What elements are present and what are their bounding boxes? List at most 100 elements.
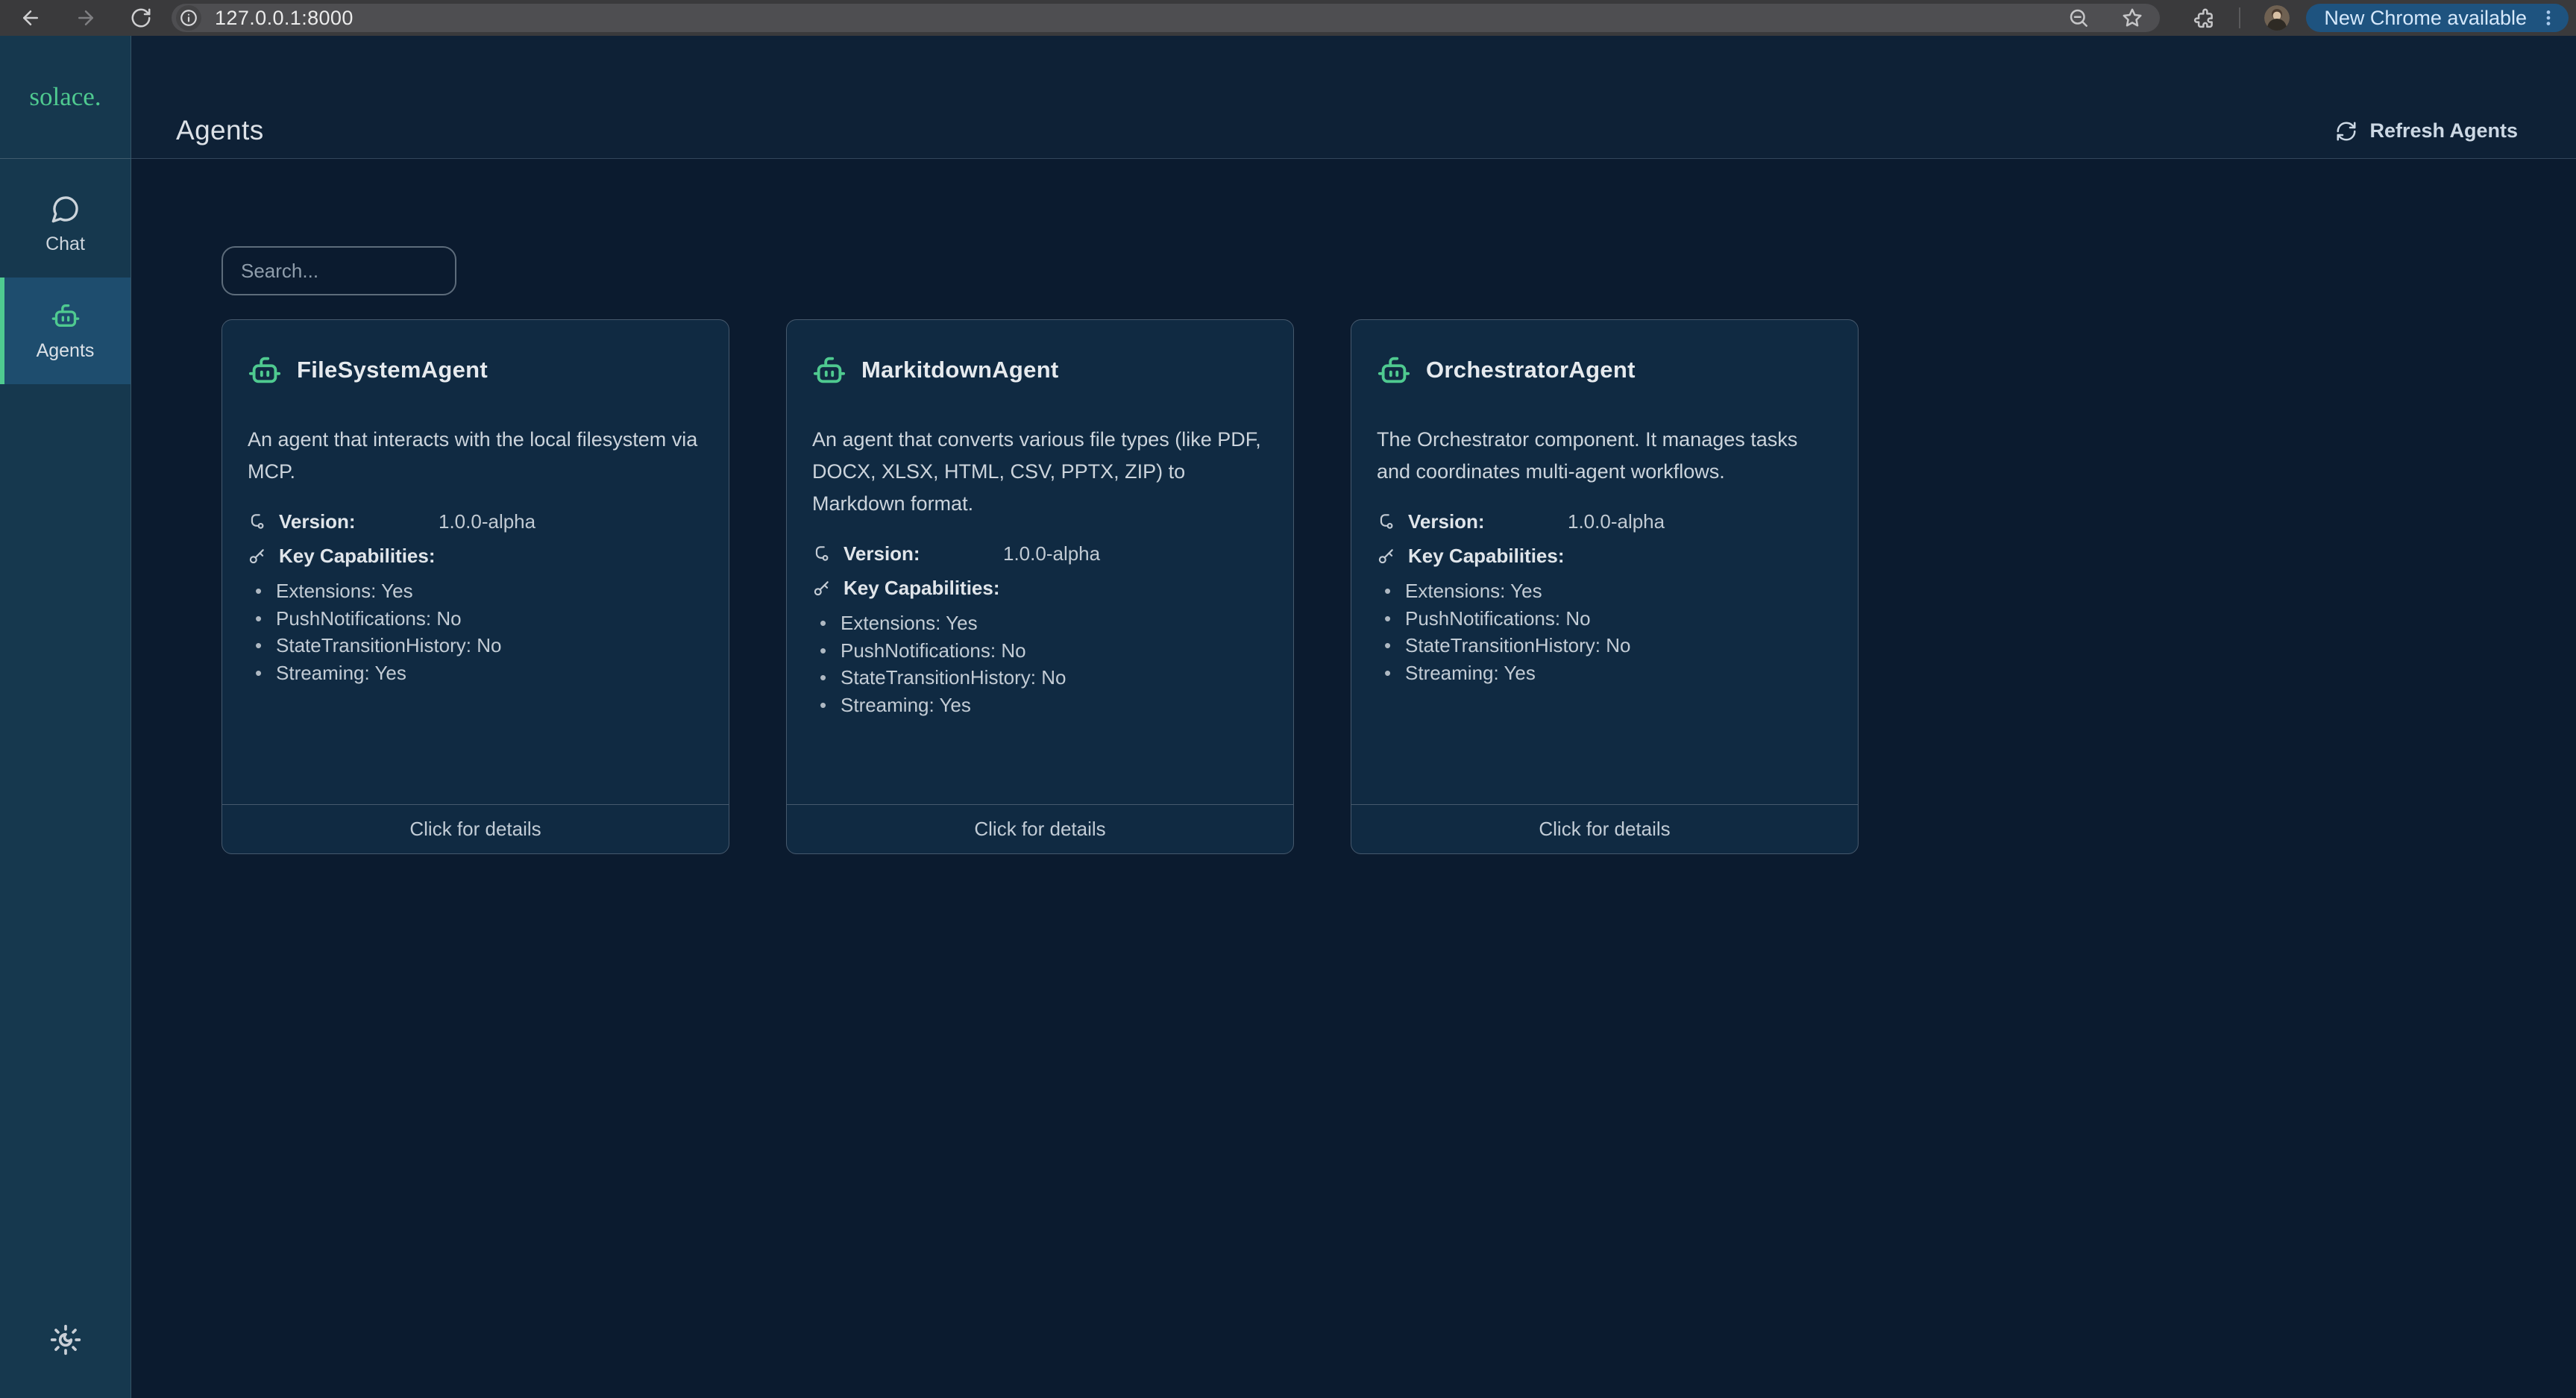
version-label: Version: (279, 510, 356, 533)
star-icon (2121, 7, 2143, 29)
zoom-out-button[interactable] (2067, 7, 2090, 29)
agent-card-filesystemagent[interactable]: FileSystemAgent An agent that interacts … (222, 319, 729, 854)
toolbar-separator (2239, 7, 2240, 28)
capability-item: StateTransitionHistory: No (255, 632, 702, 659)
capabilities-row: Key Capabilities: (812, 575, 1266, 601)
sidebar-item-label: Chat (45, 233, 85, 255)
card-body: MarkitdownAgent An agent that converts v… (787, 320, 1293, 804)
sidebar-item-agents[interactable]: Agents (0, 278, 131, 384)
card-details-button[interactable]: Click for details (1351, 804, 1858, 853)
capability-item: PushNotifications: No (820, 637, 1266, 665)
toolbar-right: New Chrome available (2176, 4, 2569, 32)
agent-cards: FileSystemAgent An agent that interacts … (222, 319, 2531, 854)
extensions-button[interactable] (2193, 7, 2215, 29)
capabilities-row: Key Capabilities: (1377, 543, 1831, 568)
refresh-agents-label: Refresh Agents (2369, 119, 2518, 142)
capabilities-label: Key Capabilities: (1408, 545, 1565, 568)
card-header: FileSystemAgent (248, 353, 702, 387)
avatar-image (2264, 5, 2290, 31)
card-body: FileSystemAgent An agent that interacts … (222, 320, 729, 804)
arrow-right-icon (75, 7, 97, 29)
chrome-update-label: New Chrome available (2324, 7, 2527, 30)
kebab-menu-icon (2539, 8, 2558, 28)
capability-item: PushNotifications: No (1384, 605, 1831, 633)
url-text[interactable]: 127.0.0.1:8000 (215, 7, 354, 30)
zoom-out-icon (2067, 7, 2090, 29)
key-icon (1377, 546, 1396, 565)
search-input[interactable] (222, 246, 456, 295)
version-label: Version: (844, 542, 920, 565)
profile-avatar[interactable] (2264, 5, 2290, 31)
info-icon (179, 8, 198, 28)
capability-item: Streaming: Yes (255, 659, 702, 687)
browser-menu-button[interactable] (2539, 8, 2558, 28)
page-title: Agents (176, 115, 264, 146)
refresh-agents-button[interactable]: Refresh Agents (2335, 119, 2518, 142)
capabilities-label: Key Capabilities: (844, 577, 1000, 600)
agent-card-markitdownagent[interactable]: MarkitdownAgent An agent that converts v… (786, 319, 1294, 854)
chrome-update-button[interactable]: New Chrome available (2306, 4, 2569, 32)
robot-icon (812, 353, 846, 387)
address-bar[interactable]: 127.0.0.1:8000 (172, 4, 2160, 32)
back-button[interactable] (18, 5, 43, 31)
agent-name: OrchestratorAgent (1426, 357, 1636, 383)
robot-icon (51, 301, 81, 330)
version-row: Version: 1.0.0-alpha (1377, 509, 1831, 534)
capability-item: Streaming: Yes (820, 692, 1266, 719)
card-details-button[interactable]: Click for details (787, 804, 1293, 853)
capability-item: Extensions: Yes (255, 577, 702, 605)
agent-description: An agent that interacts with the local f… (248, 424, 702, 488)
version-icon (1377, 512, 1396, 531)
bookmark-button[interactable] (2121, 7, 2143, 29)
agent-card-orchestratoragent[interactable]: OrchestratorAgent The Orchestrator compo… (1351, 319, 1859, 854)
version-value: 1.0.0-alpha (1003, 542, 1100, 565)
robot-icon (248, 353, 282, 387)
agents-content: FileSystemAgent An agent that interacts … (131, 159, 2576, 854)
arrow-left-icon (19, 7, 42, 29)
sidebar: solace. Chat Agents (0, 36, 131, 1398)
card-details-button[interactable]: Click for details (222, 804, 729, 853)
agent-name: FileSystemAgent (297, 357, 488, 383)
key-icon (812, 578, 832, 598)
version-value: 1.0.0-alpha (1568, 510, 1665, 533)
agent-name: MarkitdownAgent (861, 357, 1059, 383)
sidebar-nav: Chat Agents (0, 159, 131, 384)
capabilities-label: Key Capabilities: (279, 545, 436, 568)
version-icon (248, 512, 267, 531)
version-row: Version: 1.0.0-alpha (248, 509, 702, 534)
card-header: MarkitdownAgent (812, 353, 1266, 387)
refresh-icon (2335, 120, 2357, 142)
puzzle-icon (2193, 7, 2215, 29)
sidebar-item-label: Agents (37, 340, 95, 362)
app-window: solace. Chat Agents Agents (0, 36, 2576, 1398)
version-value: 1.0.0-alpha (439, 510, 535, 533)
page-header: Agents Refresh Agents (131, 36, 2576, 159)
capabilities-list: Extensions: Yes PushNotifications: No St… (1384, 577, 1831, 686)
capability-item: Extensions: Yes (820, 609, 1266, 637)
capability-item: Extensions: Yes (1384, 577, 1831, 605)
version-row: Version: 1.0.0-alpha (812, 541, 1266, 566)
capability-item: Streaming: Yes (1384, 659, 1831, 687)
capability-item: StateTransitionHistory: No (1384, 632, 1831, 659)
reload-button[interactable] (128, 5, 154, 31)
capability-item: StateTransitionHistory: No (820, 664, 1266, 692)
card-header: OrchestratorAgent (1377, 353, 1831, 387)
main-area: Agents Refresh Agents FileSystemAgent (131, 36, 2576, 1398)
reload-icon (130, 7, 152, 29)
sidebar-item-chat[interactable]: Chat (0, 171, 131, 278)
capabilities-list: Extensions: Yes PushNotifications: No St… (255, 577, 702, 686)
chat-bubble-icon (51, 194, 81, 224)
site-info-button[interactable] (176, 5, 201, 31)
capability-item: PushNotifications: No (255, 605, 702, 633)
sun-moon-icon (49, 1323, 82, 1356)
app-logo: solace. (29, 82, 101, 112)
agent-description: An agent that converts various file type… (812, 424, 1266, 520)
version-icon (812, 544, 832, 563)
theme-toggle-button[interactable] (49, 1323, 82, 1356)
forward-button[interactable] (73, 5, 98, 31)
key-icon (248, 546, 267, 565)
capabilities-row: Key Capabilities: (248, 543, 702, 568)
logo-box: solace. (0, 36, 131, 159)
browser-toolbar: 127.0.0.1:8000 New Chrome available (0, 0, 2576, 36)
version-label: Version: (1408, 510, 1485, 533)
